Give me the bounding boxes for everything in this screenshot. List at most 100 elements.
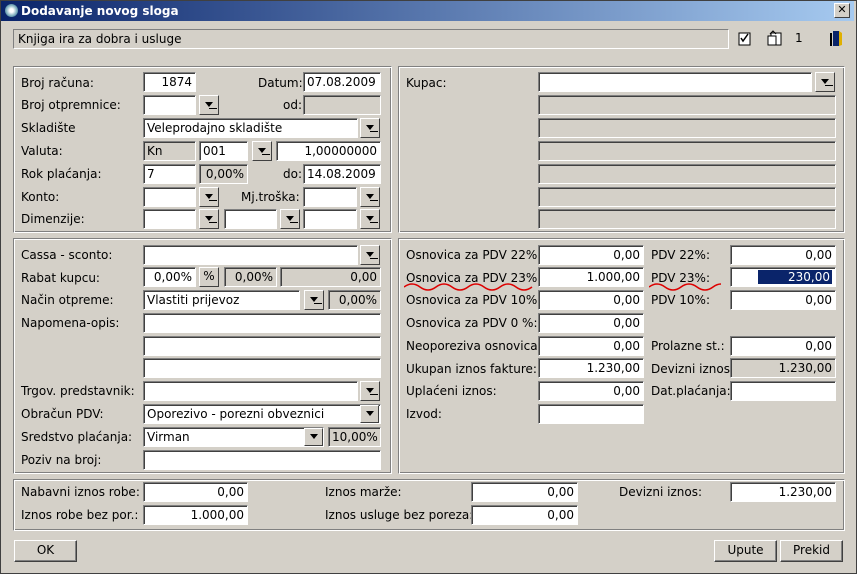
dat-placanja-input[interactable]	[730, 381, 836, 401]
obracun-dropdown-button[interactable]	[360, 405, 379, 423]
summary-devizni-input[interactable]: 1.230,00	[730, 482, 836, 502]
valuta-lookup-button[interactable]	[252, 141, 272, 161]
broj-otpremnice-label: Broj otpremnice:	[21, 98, 121, 112]
skladiste-label: Skladište	[21, 121, 76, 135]
osn10-input[interactable]: 0,00	[538, 290, 644, 310]
down-arrow-icon	[366, 216, 374, 221]
nacin-lookup-button[interactable]	[304, 290, 324, 310]
skladiste-lookup-button[interactable]	[360, 118, 380, 138]
dimenzija2-input[interactable]	[224, 209, 277, 229]
usluge-input[interactable]: 0,00	[471, 505, 578, 525]
robe-bez-input[interactable]: 1.000,00	[143, 505, 248, 525]
uplaceni-label: Uplaćeni iznos:	[406, 384, 497, 398]
upute-button[interactable]: Upute	[714, 540, 777, 562]
down-arrow-icon	[310, 297, 318, 302]
rabat-label: Rabat kupcu:	[21, 271, 100, 285]
rok-dana-input[interactable]: 7	[143, 164, 196, 184]
kupac-line-3	[538, 118, 836, 138]
pdv10-label: PDV 10%:	[651, 293, 711, 307]
chevron-down-icon	[365, 411, 374, 416]
skladiste-input[interactable]: Veleprodajno skladište	[143, 118, 358, 138]
osn22-input[interactable]: 0,00	[538, 245, 644, 265]
exit-door-icon[interactable]	[827, 30, 843, 47]
kupac-label: Kupac:	[406, 76, 447, 90]
broj-racuna-input[interactable]: 1874	[143, 72, 196, 92]
pdv23-input[interactable]: 230,00	[730, 267, 836, 287]
nacin-otpreme-input[interactable]: Vlastiti prijevoz	[143, 290, 300, 310]
nacin-otpreme-label: Način otpreme:	[21, 293, 114, 307]
dimenzija2-lookup-button[interactable]	[280, 209, 300, 229]
broj-otpremnice-input[interactable]	[143, 95, 196, 115]
summary-devizni-label: Devizni iznos:	[619, 485, 702, 499]
od-input	[303, 95, 381, 115]
valuta-num-input[interactable]: 001	[199, 141, 248, 161]
trgov-predstavnik-input[interactable]	[143, 381, 358, 401]
osn0-label: Osnovica za PDV 0 %:	[406, 316, 538, 330]
napomena-label: Napomena-opis:	[21, 316, 120, 330]
trgov-lookup-button[interactable]	[360, 381, 380, 401]
konto-lookup-button[interactable]	[199, 187, 219, 207]
title-bar[interactable]: Dodavanje novog sloga ✕	[1, 1, 854, 21]
valuta-tecaj-input[interactable]: 1,00000000	[276, 141, 381, 161]
kupac-line-2	[538, 95, 836, 115]
sredstvo-placanja-select[interactable]: Virman	[143, 427, 324, 447]
nabavni-input[interactable]: 0,00	[143, 482, 248, 502]
cassa-lookup-button[interactable]	[360, 245, 380, 265]
marze-input[interactable]: 0,00	[471, 482, 578, 502]
sredstvo-placanja-label: Sredstvo plaćanja:	[21, 430, 133, 444]
sredstvo-pct: 10,00%	[328, 427, 381, 447]
down-arrow-icon	[205, 194, 213, 199]
dimenzija3-lookup-button[interactable]	[360, 209, 380, 229]
pdv10-input[interactable]: 0,00	[730, 290, 836, 310]
kupac-input[interactable]	[538, 72, 812, 92]
rabat-pct-input[interactable]: 0,00%	[143, 267, 196, 287]
poziv-na-broj-input[interactable]	[143, 450, 381, 470]
window-title: Dodavanje novog sloga	[21, 4, 179, 18]
napomena-line-2[interactable]	[143, 336, 381, 356]
uplaceni-input[interactable]: 0,00	[538, 381, 644, 401]
napomena-line-3[interactable]	[143, 358, 381, 378]
cassa-input[interactable]	[143, 245, 358, 265]
nacin-pct: 0,00%	[328, 290, 381, 310]
book-title-field: Knjiga ira za dobra i usluge	[13, 29, 729, 49]
spellcheck-squiggle-2	[649, 283, 721, 291]
pdv22-input[interactable]: 0,00	[730, 245, 836, 265]
mj-troska-lookup-button[interactable]	[360, 187, 380, 207]
dimenzija1-lookup-button[interactable]	[199, 209, 219, 229]
dimenzija1-input[interactable]	[143, 209, 196, 229]
prolazne-input[interactable]: 0,00	[730, 336, 836, 356]
datum-input[interactable]: 07.08.2009	[303, 72, 381, 92]
down-arrow-icon	[205, 216, 213, 221]
obracun-pdv-label: Obračun PDV:	[21, 407, 104, 421]
konto-label: Konto:	[21, 190, 60, 204]
cassa-label: Cassa - sconto:	[21, 248, 113, 262]
rok-placanja-label: Rok plaćanja:	[21, 167, 102, 181]
datum-label: Datum:	[258, 76, 303, 90]
ukupan-input[interactable]: 1.230,00	[538, 358, 644, 378]
mj-troska-input[interactable]	[303, 187, 357, 207]
prekid-button[interactable]: Prekid	[780, 540, 843, 562]
neoporeziva-input[interactable]: 0,00	[538, 336, 644, 356]
down-arrow-icon	[286, 216, 294, 221]
ok-button[interactable]: OK	[14, 540, 77, 562]
napomena-line-1[interactable]	[143, 313, 381, 333]
app-icon	[5, 4, 18, 17]
neoporeziva-label: Neoporeziva osnovica:	[406, 339, 542, 353]
rabat-percent-button[interactable]: %	[199, 267, 219, 287]
dimenzija3-input[interactable]	[303, 209, 357, 229]
kupac-line-4	[538, 141, 836, 161]
sredstvo-dropdown-button[interactable]	[304, 428, 323, 446]
kupac-lookup-button[interactable]	[815, 72, 835, 92]
obracun-pdv-select[interactable]: Oporezivo - porezni obveznici	[143, 404, 381, 424]
osn23-input[interactable]: 1.000,00	[538, 267, 644, 287]
rok-datum-input[interactable]: 14.08.2009	[303, 164, 381, 184]
checklist-icon[interactable]	[737, 30, 753, 47]
close-button[interactable]: ✕	[834, 3, 850, 18]
dat-placanja-label: Dat.plaćanja:	[651, 384, 731, 398]
copy-record-icon[interactable]	[766, 30, 782, 47]
osn0-input[interactable]: 0,00	[538, 313, 644, 333]
izvod-input[interactable]	[538, 404, 644, 424]
konto-input[interactable]	[143, 187, 196, 207]
otpremnice-lookup-button[interactable]	[199, 95, 219, 115]
down-arrow-icon	[258, 148, 266, 153]
